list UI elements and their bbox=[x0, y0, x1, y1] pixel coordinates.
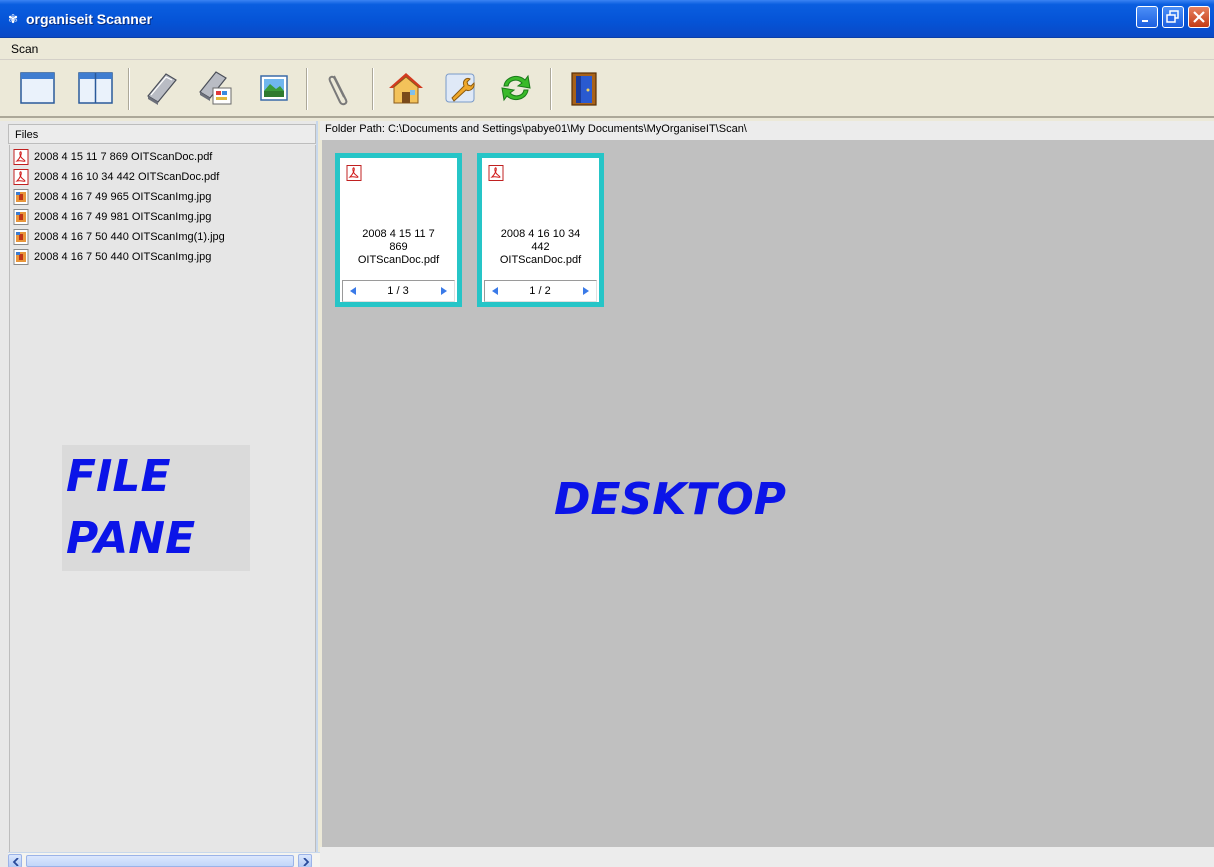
image-button[interactable] bbox=[254, 68, 294, 108]
status-bar bbox=[320, 847, 1214, 867]
toolbar-separator bbox=[550, 68, 552, 110]
pdf-file-icon bbox=[488, 165, 504, 181]
restore-icon bbox=[1166, 10, 1179, 23]
horizontal-scrollbar[interactable] bbox=[8, 852, 320, 867]
scanner-icon bbox=[147, 73, 177, 105]
desktop-area[interactable]: 2008 4 15 11 7 869 OITScanDoc.pdf 1 / 3 … bbox=[322, 140, 1214, 847]
attach-button[interactable] bbox=[320, 68, 360, 108]
files-header-label: Files bbox=[15, 129, 39, 141]
file-pane: Files 2008 4 15 11 7 869 OITScanDoc.pdf … bbox=[0, 121, 320, 867]
file-pane-label-line2: PANE bbox=[66, 513, 196, 564]
title-bar[interactable]: ✾ organiseit Scanner bbox=[0, 0, 1214, 38]
folder-path-bar: Folder Path: C:\Documents and Settings\p… bbox=[320, 121, 1214, 140]
scan-color-button[interactable] bbox=[196, 68, 236, 108]
card-name-line: 2008 4 16 10 34 bbox=[500, 228, 581, 240]
app-icon: ✾ bbox=[8, 12, 19, 26]
page-indicator: 1 / 3 bbox=[387, 285, 409, 297]
arrow-left-icon bbox=[12, 858, 19, 866]
application-window: ✾ organiseit Scanner Scan Files 2008 4 1… bbox=[0, 0, 1214, 867]
minimize-button[interactable] bbox=[1136, 6, 1158, 28]
desktop-overlay-label: DESKTOP bbox=[554, 474, 787, 525]
scanner-color-icon bbox=[199, 71, 232, 105]
settings-button[interactable] bbox=[440, 68, 480, 108]
exit-button[interactable] bbox=[564, 68, 604, 108]
scan-button[interactable] bbox=[142, 68, 182, 108]
folder-path: Folder Path: C:\Documents and Settings\p… bbox=[325, 123, 747, 135]
layout-split-button[interactable] bbox=[76, 68, 116, 108]
file-name: 2008 4 16 7 50 440 OITScanImg.jpg bbox=[34, 251, 212, 263]
pdf-file-icon bbox=[346, 165, 362, 181]
arrow-right-icon bbox=[303, 858, 310, 866]
scroll-right-button[interactable] bbox=[298, 854, 312, 867]
document-card[interactable]: 2008 4 15 11 7 869 OITScanDoc.pdf 1 / 3 bbox=[335, 153, 462, 307]
jpg-file-icon bbox=[13, 189, 29, 205]
exit-door-icon bbox=[571, 72, 597, 106]
home-button[interactable] bbox=[386, 68, 426, 108]
toolbar bbox=[0, 60, 1214, 118]
home-icon bbox=[389, 73, 423, 104]
minimize-icon bbox=[1142, 20, 1148, 22]
scroll-thumb[interactable] bbox=[26, 855, 294, 867]
menu-scan[interactable]: Scan bbox=[11, 41, 38, 57]
file-name: 2008 4 16 7 49 965 OITScanImg.jpg bbox=[34, 191, 212, 203]
refresh-icon bbox=[501, 74, 531, 102]
next-page-icon[interactable] bbox=[581, 286, 591, 296]
scroll-left-button[interactable] bbox=[8, 854, 22, 867]
card-name-line: OITScanDoc.pdf bbox=[499, 254, 582, 266]
toolbar-separator bbox=[128, 68, 130, 110]
document-card-name: 2008 4 16 10 34 442 OITScanDoc.pdf bbox=[482, 228, 599, 267]
previous-page-icon[interactable] bbox=[490, 286, 500, 296]
files-header[interactable]: Files bbox=[8, 124, 316, 144]
jpg-file-icon bbox=[13, 209, 29, 225]
wrench-icon bbox=[445, 73, 475, 103]
restore-button[interactable] bbox=[1162, 6, 1184, 28]
page-navigator: 1 / 3 bbox=[342, 280, 455, 302]
layout-single-icon bbox=[20, 72, 55, 104]
page-navigator: 1 / 2 bbox=[484, 280, 597, 302]
toolbar-separator bbox=[306, 68, 308, 110]
card-name-line: 869 bbox=[389, 241, 408, 253]
file-name: 2008 4 16 7 49 981 OITScanImg.jpg bbox=[34, 211, 212, 223]
window-title: organiseit Scanner bbox=[26, 11, 153, 27]
menu-bar: Scan bbox=[0, 38, 1214, 60]
document-card-name: 2008 4 15 11 7 869 OITScanDoc.pdf bbox=[340, 228, 457, 267]
jpg-file-icon bbox=[13, 249, 29, 265]
image-icon bbox=[260, 75, 288, 101]
card-name-line: OITScanDoc.pdf bbox=[357, 254, 440, 266]
document-card[interactable]: 2008 4 16 10 34 442 OITScanDoc.pdf 1 / 2 bbox=[477, 153, 604, 307]
jpg-file-icon bbox=[13, 229, 29, 245]
refresh-button[interactable] bbox=[496, 68, 536, 108]
layout-single-button[interactable] bbox=[18, 68, 58, 108]
file-name: 2008 4 16 10 34 442 OITScanDoc.pdf bbox=[34, 171, 220, 183]
close-icon bbox=[1193, 11, 1205, 23]
pdf-file-icon bbox=[13, 149, 29, 165]
card-name-line: 2008 4 15 11 7 bbox=[362, 228, 435, 240]
file-name: 2008 4 15 11 7 869 OITScanDoc.pdf bbox=[34, 151, 213, 163]
file-pane-label-line1: FILE bbox=[66, 451, 171, 502]
paperclip-icon bbox=[328, 75, 348, 106]
file-pane-overlay-label: FILE PANE bbox=[62, 445, 250, 571]
file-name: 2008 4 16 7 50 440 OITScanImg(1).jpg bbox=[34, 231, 225, 243]
previous-page-icon[interactable] bbox=[348, 286, 358, 296]
pdf-file-icon bbox=[13, 169, 29, 185]
file-list: 2008 4 15 11 7 869 OITScanDoc.pdf 2008 4… bbox=[9, 145, 316, 852]
page-indicator: 1 / 2 bbox=[529, 285, 551, 297]
card-name-line: 442 bbox=[531, 241, 550, 253]
next-page-icon[interactable] bbox=[439, 286, 449, 296]
layout-split-icon bbox=[78, 72, 113, 104]
close-button[interactable] bbox=[1188, 6, 1210, 28]
toolbar-separator bbox=[372, 68, 374, 110]
